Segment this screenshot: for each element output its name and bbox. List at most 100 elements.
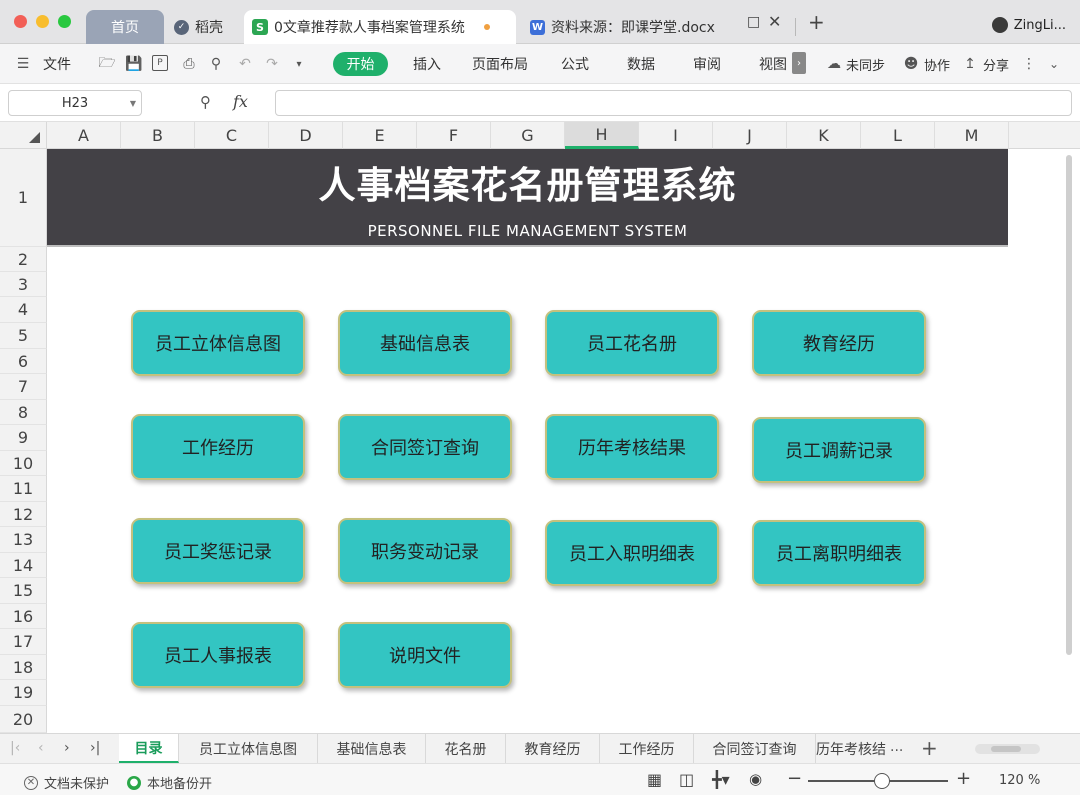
- scrollbar-thumb[interactable]: [991, 746, 1021, 752]
- maximize-window-button[interactable]: [58, 15, 71, 28]
- tab-insert[interactable]: 插入: [413, 54, 441, 74]
- horizontal-scrollbar[interactable]: [975, 744, 1040, 754]
- row-header[interactable]: 19: [0, 680, 47, 706]
- nav-button-education[interactable]: 教育经历: [752, 310, 926, 376]
- close-window-button[interactable]: [14, 15, 27, 28]
- zoom-in-icon[interactable]: +: [956, 768, 971, 789]
- sheet-tab[interactable]: 教育经历: [506, 734, 600, 763]
- column-header[interactable]: M: [935, 122, 1009, 149]
- more-options-icon[interactable]: ⋮: [1020, 55, 1038, 73]
- window-icon[interactable]: □: [747, 14, 760, 30]
- column-header[interactable]: G: [491, 122, 565, 149]
- column-header[interactable]: J: [713, 122, 787, 149]
- zoom-slider-handle[interactable]: [874, 773, 890, 789]
- column-header[interactable]: F: [417, 122, 491, 149]
- tab-review[interactable]: 审阅: [693, 54, 721, 74]
- zoom-level[interactable]: 120 %: [999, 773, 1040, 788]
- print-preview-icon[interactable]: ⚲: [207, 55, 225, 73]
- row-header[interactable]: 14: [0, 553, 47, 578]
- tab-docx[interactable]: W 资料来源：即课学堂.docx: [524, 10, 734, 44]
- sheet-tab-active[interactable]: 目录: [119, 734, 179, 763]
- zoom-formula-icon[interactable]: ⚲: [200, 93, 211, 111]
- name-box[interactable]: H23 ▼: [8, 90, 142, 116]
- insert-function-icon[interactable]: fx: [233, 92, 248, 111]
- sheet-tab[interactable]: 合同签订查询: [694, 734, 816, 763]
- ribbon-scroll-right-icon[interactable]: ›: [792, 52, 806, 74]
- sheet-tab[interactable]: 基础信息表: [318, 734, 426, 763]
- row-header[interactable]: 8: [0, 400, 47, 425]
- column-header[interactable]: D: [269, 122, 343, 149]
- tab-data[interactable]: 数据: [627, 54, 655, 74]
- new-tab-plus-icon[interactable]: +: [808, 10, 825, 34]
- save-icon[interactable]: 💾: [125, 55, 143, 73]
- normal-view-icon[interactable]: ▦: [647, 770, 662, 789]
- file-menu[interactable]: 文件: [43, 54, 71, 74]
- vertical-scrollbar[interactable]: [1066, 155, 1072, 655]
- first-sheet-icon[interactable]: |‹: [10, 740, 20, 756]
- row-header[interactable]: 11: [0, 476, 47, 502]
- tab-view[interactable]: 视图: [759, 54, 787, 74]
- nav-button-appraisal[interactable]: 历年考核结果: [545, 414, 719, 480]
- minimize-window-button[interactable]: [36, 15, 49, 28]
- row-header[interactable]: 13: [0, 527, 47, 553]
- zoom-out-icon[interactable]: −: [787, 768, 802, 789]
- row-header[interactable]: 4: [0, 297, 47, 323]
- backup-status[interactable]: ● 本地备份开: [127, 773, 212, 792]
- nav-button-rewards-penalties[interactable]: 员工奖惩记录: [131, 518, 305, 584]
- chevron-down-icon[interactable]: ▾: [290, 55, 308, 73]
- collapse-ribbon-chevron-icon[interactable]: ⌄: [1045, 55, 1063, 73]
- nav-button-salary-change[interactable]: 员工调薪记录: [752, 417, 926, 483]
- column-header[interactable]: L: [861, 122, 935, 149]
- tab-start[interactable]: 开始: [333, 52, 388, 76]
- user-account[interactable]: ZingLi...: [991, 17, 1066, 33]
- row-header[interactable]: 9: [0, 425, 47, 451]
- column-header[interactable]: K: [787, 122, 861, 149]
- nav-button-hr-report[interactable]: 员工人事报表: [131, 622, 305, 688]
- nav-button-roster[interactable]: 员工花名册: [545, 310, 719, 376]
- nav-button-instructions[interactable]: 说明文件: [338, 622, 512, 688]
- redo-icon[interactable]: ↷: [263, 55, 281, 73]
- share-button[interactable]: 分享: [983, 55, 1009, 74]
- column-header[interactable]: I: [639, 122, 713, 149]
- reading-mode-icon[interactable]: ╋▾: [712, 770, 730, 789]
- eye-protection-icon[interactable]: ◉: [749, 770, 762, 788]
- row-header[interactable]: 2: [0, 247, 47, 272]
- nav-button-position-change[interactable]: 职务变动记录: [338, 518, 512, 584]
- nav-button-resignation[interactable]: 员工离职明细表: [752, 520, 926, 586]
- nav-button-onboarding[interactable]: 员工入职明细表: [545, 520, 719, 586]
- tab-formula[interactable]: 公式: [561, 54, 589, 74]
- column-header[interactable]: A: [47, 122, 121, 149]
- nav-button-3d-info[interactable]: 员工立体信息图: [131, 310, 305, 376]
- close-tab-icon[interactable]: ✕: [768, 12, 781, 31]
- row-header[interactable]: 17: [0, 629, 47, 655]
- hamburger-menu-icon[interactable]: ☰: [14, 55, 32, 73]
- row-header[interactable]: 1: [0, 149, 47, 247]
- sheet-tab[interactable]: 花名册: [426, 734, 506, 763]
- chevron-down-icon[interactable]: ▼: [130, 99, 136, 108]
- column-header[interactable]: B: [121, 122, 195, 149]
- last-sheet-icon[interactable]: ›|: [90, 740, 100, 756]
- open-folder-icon[interactable]: 🗁: [98, 55, 116, 73]
- nav-button-work-history[interactable]: 工作经历: [131, 414, 305, 480]
- more-sheets[interactable]: ...: [890, 739, 903, 755]
- sheet-tab[interactable]: 员工立体信息图: [179, 734, 318, 763]
- formula-input[interactable]: [275, 90, 1072, 116]
- collaborate-button[interactable]: 协作: [924, 55, 950, 74]
- column-header[interactable]: E: [343, 122, 417, 149]
- page-layout-view-icon[interactable]: ◫: [679, 770, 694, 789]
- export-pdf-icon[interactable]: P: [152, 55, 168, 71]
- sync-status[interactable]: 未同步: [846, 55, 885, 74]
- column-header-selected[interactable]: H: [565, 122, 639, 149]
- row-header[interactable]: 3: [0, 272, 47, 297]
- row-header[interactable]: 15: [0, 578, 47, 604]
- print-icon[interactable]: ⎙: [180, 55, 198, 73]
- undo-icon[interactable]: ↶: [236, 55, 254, 73]
- add-sheet-plus-icon[interactable]: +: [921, 736, 938, 760]
- prev-sheet-icon[interactable]: ‹: [38, 740, 44, 756]
- sheet-tab[interactable]: 工作经历: [600, 734, 694, 763]
- row-header[interactable]: 5: [0, 323, 47, 349]
- row-header[interactable]: 7: [0, 374, 47, 400]
- protection-status[interactable]: ✕ 文档未保护: [24, 773, 109, 792]
- select-all-corner[interactable]: [0, 122, 47, 149]
- column-header[interactable]: C: [195, 122, 269, 149]
